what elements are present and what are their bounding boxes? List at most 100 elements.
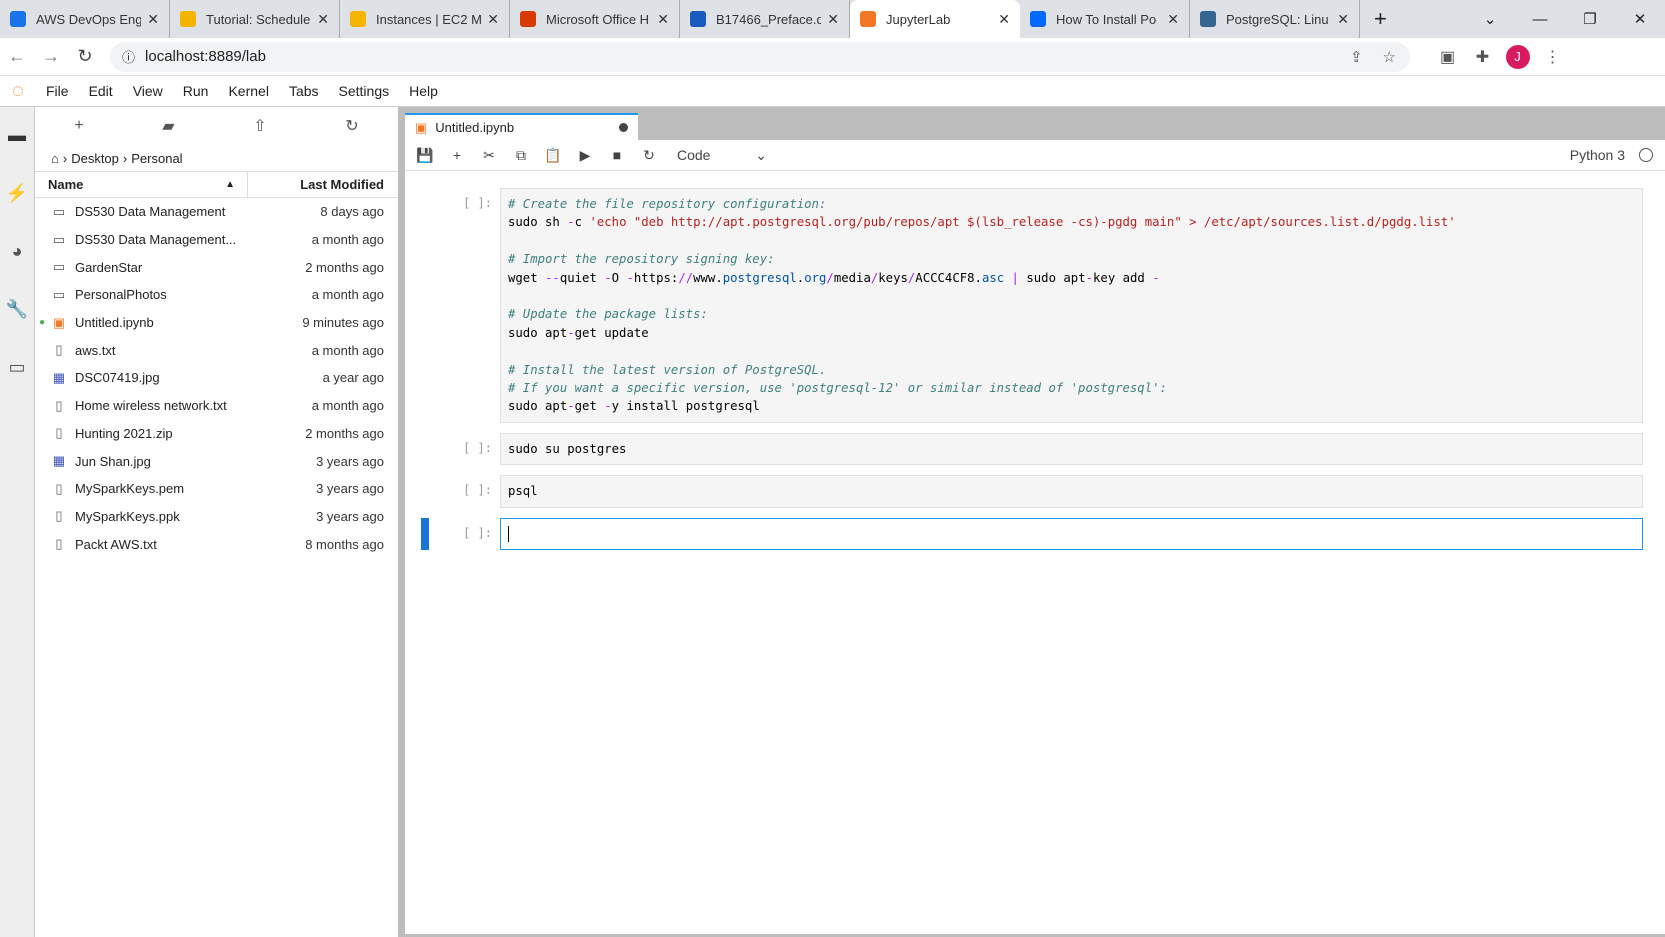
cut-icon[interactable]: ✂	[473, 147, 505, 164]
code-line: # Import the repository signing key:	[508, 250, 1635, 268]
menu-help[interactable]: Help	[399, 83, 448, 99]
browser-tab[interactable]: PostgreSQL: Linu ✕	[1190, 0, 1360, 38]
paste-icon[interactable]: 📋	[537, 147, 569, 164]
menu-run[interactable]: Run	[173, 83, 219, 99]
kernel-name[interactable]: Python 3	[1570, 147, 1625, 163]
file-modified: a month ago	[311, 398, 384, 414]
tab-untitled-notebook[interactable]: ▣ Untitled.ipynb	[405, 113, 638, 140]
cell-input[interactable]: psql	[500, 475, 1643, 508]
insert-cell-icon[interactable]: +	[441, 147, 473, 163]
new-tab-icon[interactable]: +	[1374, 6, 1387, 32]
close-tab-icon[interactable]: ✕	[998, 11, 1010, 28]
breadcrumb-desktop[interactable]: Desktop	[71, 151, 119, 166]
menu-settings[interactable]: Settings	[329, 83, 400, 99]
file-row[interactable]: ▭ GardenStar 2 months ago	[35, 253, 398, 281]
menu-tabs[interactable]: Tabs	[279, 83, 329, 99]
code-cell[interactable]: [ ]: sudo su postgres	[405, 432, 1665, 466]
browser-tab[interactable]: B17466_Preface.d ✕	[680, 0, 850, 38]
extension-icon[interactable]: ▣	[1430, 47, 1465, 67]
code-cell[interactable]: [ ]: # Create the file repository configu…	[405, 188, 1665, 423]
back-icon[interactable]: ←	[0, 46, 34, 67]
save-icon[interactable]: 💾	[409, 147, 441, 164]
browser-tab[interactable]: Tutorial: Schedule ✕	[170, 0, 340, 38]
cell-input[interactable]: # Create the file repository configurati…	[500, 188, 1643, 423]
code-token: https:	[633, 270, 679, 285]
home-icon[interactable]: ⌂	[51, 151, 59, 166]
wrench-icon[interactable]: 🔧	[0, 281, 34, 339]
file-row[interactable]: ▭ DS530 Data Management 8 days ago	[35, 198, 398, 226]
file-name: DS530 Data Management	[75, 204, 226, 220]
cell-input[interactable]: sudo su postgres	[500, 432, 1643, 466]
new-launcher-icon[interactable]: +	[74, 117, 83, 135]
tab-search-icon[interactable]: ⌄	[1465, 10, 1515, 28]
puzzle-extensions-icon[interactable]: ✚	[1465, 47, 1500, 67]
file-row[interactable]: ▯ MySparkKeys.ppk 3 years ago	[35, 503, 398, 531]
bookmark-star-icon[interactable]: ☆	[1383, 48, 1396, 66]
file-row[interactable]: ▭ DS530 Data Management... a month ago	[35, 226, 398, 254]
browser-tab[interactable]: JupyterLab ✕	[850, 0, 1020, 38]
file-row[interactable]: ▦ DSC07419.jpg a year ago	[35, 364, 398, 392]
menu-view[interactable]: View	[123, 83, 173, 99]
modified-column-header[interactable]: Last Modified	[248, 177, 398, 192]
file-name: MySparkKeys.pem	[75, 481, 185, 497]
new-folder-icon[interactable]: ▰	[162, 116, 174, 136]
name-header-label: Name	[48, 177, 84, 192]
restore-icon[interactable]: ❐	[1565, 10, 1615, 28]
file-row[interactable]: ● ▣ Untitled.ipynb 9 minutes ago	[35, 309, 398, 337]
upload-icon[interactable]: ⇧	[253, 116, 266, 136]
file-row[interactable]: ▭ PersonalPhotos a month ago	[35, 281, 398, 309]
tabs-icon[interactable]: ▭	[0, 339, 34, 397]
tab-title: How To Install Po	[1056, 11, 1157, 27]
browser-tab[interactable]: AWS DevOps Eng ✕	[0, 0, 170, 38]
code-token: # Import the repository signing key:	[508, 252, 775, 267]
file-row[interactable]: ▯ Packt AWS.txt 8 months ago	[35, 530, 398, 558]
menu-edit[interactable]: Edit	[79, 83, 123, 99]
file-row[interactable]: ▯ Home wireless network.txt a month ago	[35, 392, 398, 420]
close-tab-icon[interactable]: ✕	[147, 11, 159, 28]
running-icon[interactable]: ⚡	[0, 165, 34, 223]
code-token: -	[1085, 270, 1094, 285]
breadcrumb-personal[interactable]: Personal	[131, 151, 182, 166]
cell-type-select[interactable]: Code ⌄	[677, 147, 767, 164]
file-row[interactable]: ▯ MySparkKeys.pem 3 years ago	[35, 475, 398, 503]
share-icon[interactable]: ⇪	[1350, 48, 1363, 66]
close-tab-icon[interactable]: ✕	[1167, 11, 1179, 28]
profile-avatar[interactable]: J	[1500, 44, 1535, 69]
file-row[interactable]: ▯ aws.txt a month ago	[35, 336, 398, 364]
run-icon[interactable]: ▶	[569, 147, 601, 164]
stop-icon[interactable]: ■	[601, 147, 633, 163]
file-row[interactable]: ▯ Hunting 2021.zip 2 months ago	[35, 420, 398, 448]
code-cell[interactable]: [ ]: psql	[405, 475, 1665, 508]
tab-title: Microsoft Office H	[546, 11, 650, 27]
close-tab-icon[interactable]: ✕	[317, 11, 329, 28]
file-row[interactable]: ▦ Jun Shan.jpg 3 years ago	[35, 447, 398, 475]
cell-input[interactable]	[500, 517, 1643, 550]
forward-icon[interactable]: →	[34, 46, 68, 67]
close-tab-icon[interactable]: ✕	[487, 11, 499, 28]
close-tab-icon[interactable]: ✕	[657, 11, 669, 28]
tab-favicon-icon	[10, 11, 26, 27]
palette-icon[interactable]: ◕	[0, 223, 34, 281]
reload-icon[interactable]: ↻	[68, 46, 102, 67]
code-cell[interactable]: [ ]:	[405, 517, 1665, 550]
browser-tab[interactable]: Microsoft Office H ✕	[510, 0, 680, 38]
menu-kernel[interactable]: Kernel	[218, 83, 278, 99]
close-window-icon[interactable]: ✕	[1615, 10, 1665, 28]
file-icon: ▯	[55, 508, 63, 524]
url-field[interactable]: ⓘ localhost:8889/lab ⇪ ☆	[110, 41, 1410, 72]
close-tab-icon[interactable]: ✕	[827, 11, 839, 28]
unsaved-dot-icon[interactable]	[619, 123, 628, 132]
copy-icon[interactable]: ⧉	[505, 147, 537, 164]
name-column-header[interactable]: Name ▲	[35, 172, 248, 197]
browser-menu-icon[interactable]: ⋮	[1535, 47, 1570, 67]
menu-file[interactable]: File	[36, 83, 79, 99]
panel-splitter[interactable]	[398, 107, 405, 937]
close-tab-icon[interactable]: ✕	[1337, 11, 1349, 28]
restart-icon[interactable]: ↻	[633, 147, 665, 164]
browser-tab[interactable]: How To Install Po ✕	[1020, 0, 1190, 38]
browser-tab[interactable]: Instances | EC2 M ✕	[340, 0, 510, 38]
minimize-icon[interactable]: —	[1515, 11, 1565, 28]
site-info-icon[interactable]: ⓘ	[122, 47, 135, 66]
folder-icon[interactable]: ▬	[0, 107, 34, 165]
refresh-icon[interactable]: ↻	[345, 116, 358, 136]
